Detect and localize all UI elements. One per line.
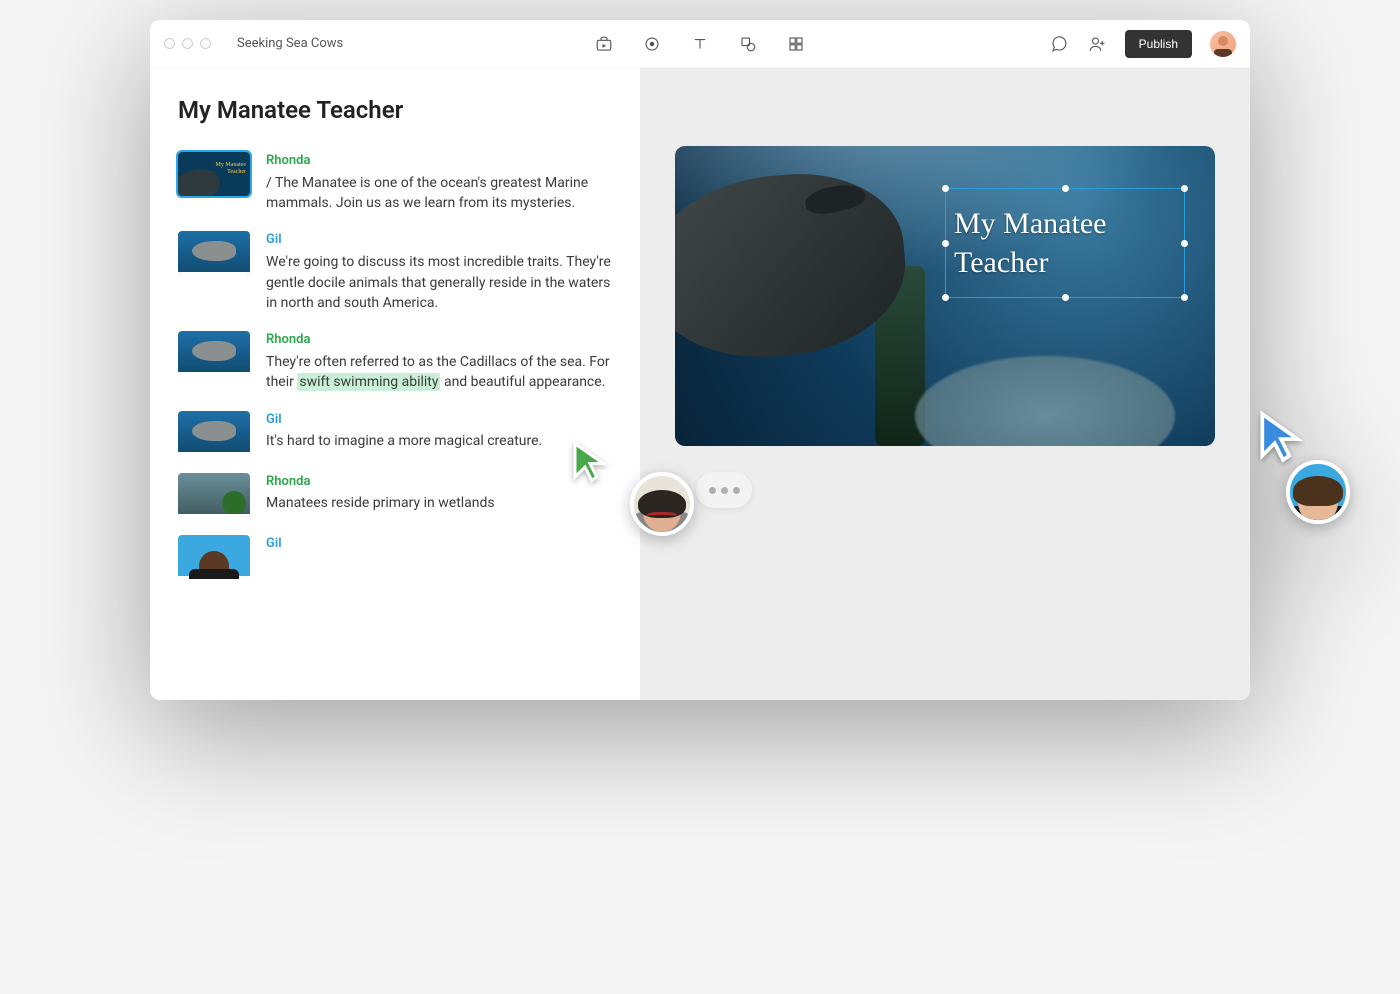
entry-body[interactable]: Rhonda / The Manatee is one of the ocean… bbox=[266, 152, 612, 213]
entry-body[interactable]: Gil We're going to discuss its most incr… bbox=[266, 231, 612, 313]
script-entry[interactable]: Rhonda They're often referred to as the … bbox=[178, 331, 612, 392]
main-split: My Manatee Teacher My ManateeTeacher Rho… bbox=[150, 68, 1250, 700]
toolbar-right: Publish bbox=[1049, 30, 1236, 58]
typing-indicator bbox=[696, 472, 752, 508]
canvas-title-text[interactable]: My Manatee Teacher bbox=[954, 204, 1176, 282]
thumb-overlay-text: My ManateeTeacher bbox=[216, 162, 247, 175]
traffic-zoom[interactable] bbox=[200, 38, 211, 49]
canvas-preview[interactable]: My Manatee Teacher bbox=[675, 146, 1215, 446]
script-text[interactable]: and beautiful appearance. bbox=[440, 374, 605, 390]
scene-thumbnail[interactable] bbox=[178, 231, 250, 275]
resize-handle[interactable] bbox=[942, 294, 949, 301]
document-title[interactable]: Seeking Sea Cows bbox=[237, 36, 343, 51]
collaborator-avatar-rhonda[interactable] bbox=[630, 472, 694, 536]
speaker-label: Rhonda bbox=[266, 331, 612, 350]
text-selection-frame[interactable]: My Manatee Teacher bbox=[945, 188, 1185, 298]
scene-thumbnail[interactable] bbox=[178, 473, 250, 517]
script-text[interactable]: We're going to discuss its most incredib… bbox=[266, 254, 611, 311]
script-text[interactable]: It's hard to imagine a more magical crea… bbox=[266, 433, 542, 449]
speaker-label: Gil bbox=[266, 231, 612, 250]
resize-handle[interactable] bbox=[1181, 185, 1188, 192]
toolbar-center bbox=[594, 34, 806, 54]
collaborator-avatar-gil[interactable] bbox=[1286, 460, 1350, 524]
traffic-minimize[interactable] bbox=[182, 38, 193, 49]
scene-thumbnail[interactable] bbox=[178, 535, 250, 579]
entry-body[interactable]: Gil It's hard to imagine a more magical … bbox=[266, 411, 612, 455]
collaborator-cursor-gil bbox=[1256, 410, 1306, 468]
speaker-label: Rhonda bbox=[266, 473, 612, 492]
resize-handle[interactable] bbox=[1062, 294, 1069, 301]
script-text[interactable]: / The Manatee is one of the ocean's grea… bbox=[266, 175, 588, 211]
speaker-label: Rhonda bbox=[266, 152, 612, 171]
grid-icon[interactable] bbox=[786, 34, 806, 54]
script-entry[interactable]: Gil bbox=[178, 535, 612, 579]
resize-handle[interactable] bbox=[1181, 240, 1188, 247]
script-entry[interactable]: My ManateeTeacher Rhonda / The Manatee i… bbox=[178, 152, 612, 213]
speaker-label: Gil bbox=[266, 535, 612, 554]
speaker-label: Gil bbox=[266, 411, 612, 430]
script-entry[interactable]: Gil It's hard to imagine a more magical … bbox=[178, 411, 612, 455]
script-entry[interactable]: Gil We're going to discuss its most incr… bbox=[178, 231, 612, 313]
entry-body[interactable]: Rhonda Manatees reside primary in wetlan… bbox=[266, 473, 612, 517]
publish-button[interactable]: Publish bbox=[1125, 30, 1192, 58]
resize-handle[interactable] bbox=[1181, 294, 1188, 301]
user-avatar[interactable] bbox=[1210, 31, 1236, 57]
share-icon[interactable] bbox=[1087, 34, 1107, 54]
traffic-close[interactable] bbox=[164, 38, 175, 49]
record-icon[interactable] bbox=[642, 34, 662, 54]
preview-panel: My Manatee Teacher bbox=[640, 68, 1250, 700]
app-window: Seeking Sea Cows bbox=[150, 20, 1250, 700]
script-text[interactable]: Manatees reside primary in wetlands bbox=[266, 495, 495, 511]
scene-thumbnail[interactable] bbox=[178, 411, 250, 455]
entry-body[interactable]: Rhonda They're often referred to as the … bbox=[266, 331, 612, 392]
entry-body[interactable]: Gil bbox=[266, 535, 612, 579]
media-icon[interactable] bbox=[594, 34, 614, 54]
scene-thumbnail[interactable]: My ManateeTeacher bbox=[178, 152, 250, 196]
collaborator-cursor-rhonda bbox=[570, 440, 610, 488]
highlighted-text[interactable]: swift swimming ability bbox=[297, 373, 440, 391]
script-panel: My Manatee Teacher My ManateeTeacher Rho… bbox=[150, 68, 640, 700]
resize-handle[interactable] bbox=[1062, 185, 1069, 192]
page-title: My Manatee Teacher bbox=[178, 96, 612, 124]
resize-handle[interactable] bbox=[942, 185, 949, 192]
canvas-manatee-bg bbox=[915, 356, 1175, 446]
comment-icon[interactable] bbox=[1049, 34, 1069, 54]
text-icon[interactable] bbox=[690, 34, 710, 54]
toolbar: Seeking Sea Cows bbox=[150, 20, 1250, 68]
scene-thumbnail[interactable] bbox=[178, 331, 250, 375]
window-controls[interactable] bbox=[164, 38, 211, 49]
resize-handle[interactable] bbox=[942, 240, 949, 247]
shapes-icon[interactable] bbox=[738, 34, 758, 54]
script-entry[interactable]: Rhonda Manatees reside primary in wetlan… bbox=[178, 473, 612, 517]
